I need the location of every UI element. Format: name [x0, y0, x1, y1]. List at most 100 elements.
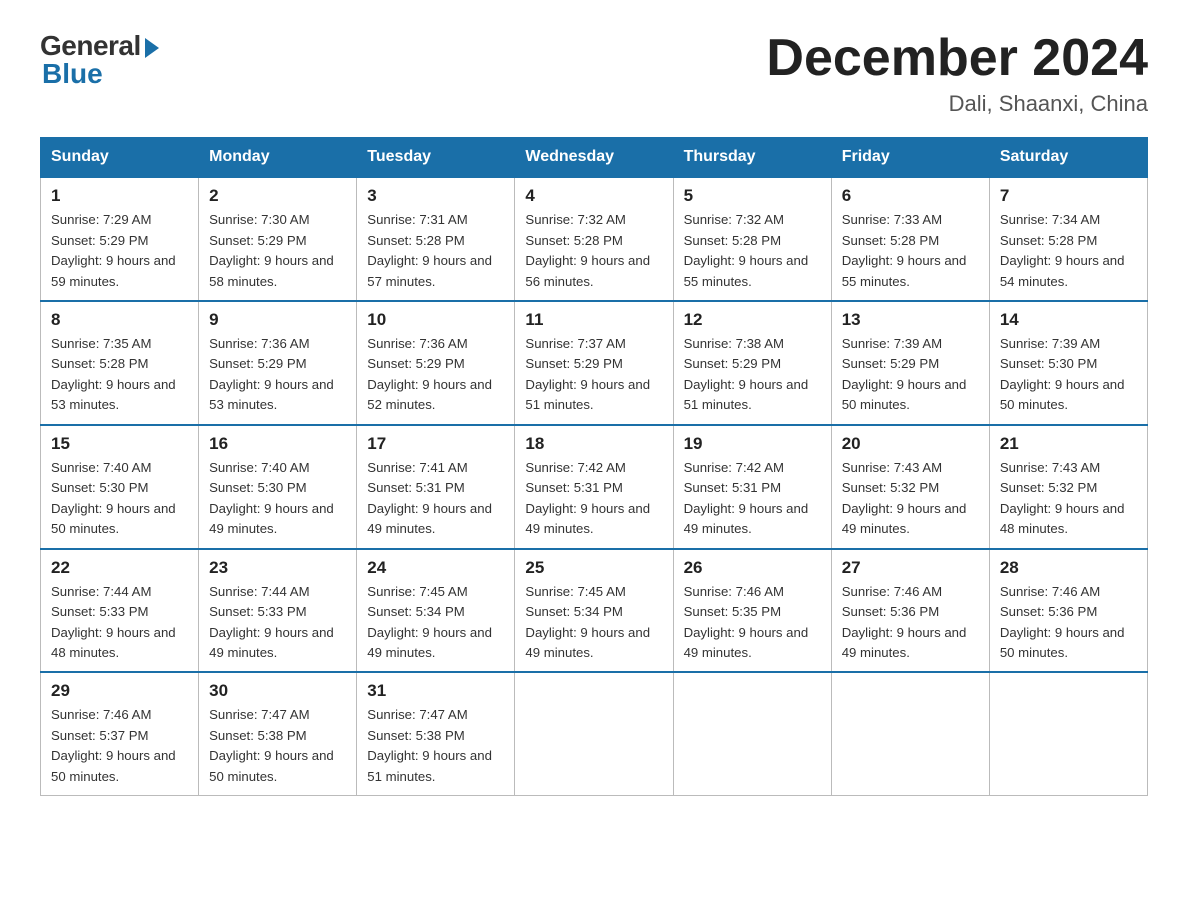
weekday-header-friday: Friday	[831, 138, 989, 178]
calendar-cell	[515, 672, 673, 795]
day-info: Sunrise: 7:46 AMSunset: 5:35 PMDaylight:…	[684, 582, 821, 664]
day-info: Sunrise: 7:43 AMSunset: 5:32 PMDaylight:…	[842, 458, 979, 540]
calendar-cell: 13 Sunrise: 7:39 AMSunset: 5:29 PMDayligh…	[831, 301, 989, 425]
calendar-cell: 24Sunrise: 7:45 AMSunset: 5:34 PMDayligh…	[357, 549, 515, 673]
day-info: Sunrise: 7:44 AMSunset: 5:33 PMDaylight:…	[51, 582, 188, 664]
calendar-cell: 30 Sunrise: 7:47 AMSunset: 5:38 PMDayligh…	[199, 672, 357, 795]
day-info: Sunrise: 7:47 AMSunset: 5:38 PMDaylight:…	[367, 705, 504, 787]
day-number: 13	[842, 310, 979, 330]
weekday-header-saturday: Saturday	[989, 138, 1147, 178]
day-number: 21	[1000, 434, 1137, 454]
calendar-cell: 26 Sunrise: 7:46 AMSunset: 5:35 PMDayligh…	[673, 549, 831, 673]
day-number: 2	[209, 186, 346, 206]
calendar-cell: 2Sunrise: 7:30 AMSunset: 5:29 PMDaylight…	[199, 177, 357, 301]
calendar-cell: 23 Sunrise: 7:44 AMSunset: 5:33 PMDayligh…	[199, 549, 357, 673]
calendar-cell: 14Sunrise: 7:39 AMSunset: 5:30 PMDayligh…	[989, 301, 1147, 425]
weekday-header-row: SundayMondayTuesdayWednesdayThursdayFrid…	[41, 138, 1148, 178]
day-number: 29	[51, 681, 188, 701]
day-number: 20	[842, 434, 979, 454]
day-number: 31	[367, 681, 504, 701]
day-info: Sunrise: 7:40 AMSunset: 5:30 PMDaylight:…	[209, 458, 346, 540]
day-number: 11	[525, 310, 662, 330]
day-number: 5	[684, 186, 821, 206]
weekday-header-wednesday: Wednesday	[515, 138, 673, 178]
day-info: Sunrise: 7:31 AMSunset: 5:28 PMDaylight:…	[367, 210, 504, 292]
calendar-cell: 11 Sunrise: 7:37 AMSunset: 5:29 PMDayligh…	[515, 301, 673, 425]
day-number: 4	[525, 186, 662, 206]
day-info: Sunrise: 7:45 AMSunset: 5:34 PMDaylight:…	[525, 582, 662, 664]
day-info: Sunrise: 7:36 AMSunset: 5:29 PMDaylight:…	[367, 334, 504, 416]
logo-blue-text: Blue	[42, 58, 103, 90]
day-number: 9	[209, 310, 346, 330]
day-number: 14	[1000, 310, 1137, 330]
day-info: Sunrise: 7:46 AMSunset: 5:37 PMDaylight:…	[51, 705, 188, 787]
calendar-cell: 31 Sunrise: 7:47 AMSunset: 5:38 PMDayligh…	[357, 672, 515, 795]
day-info: Sunrise: 7:39 AMSunset: 5:29 PMDaylight:…	[842, 334, 979, 416]
day-number: 1	[51, 186, 188, 206]
day-number: 18	[525, 434, 662, 454]
calendar-cell: 15 Sunrise: 7:40 AMSunset: 5:30 PMDayligh…	[41, 425, 199, 549]
logo: General Blue	[40, 30, 159, 90]
day-number: 15	[51, 434, 188, 454]
calendar-cell: 12Sunrise: 7:38 AMSunset: 5:29 PMDayligh…	[673, 301, 831, 425]
calendar-week-row: 22 Sunrise: 7:44 AMSunset: 5:33 PMDayligh…	[41, 549, 1148, 673]
day-info: Sunrise: 7:43 AMSunset: 5:32 PMDaylight:…	[1000, 458, 1137, 540]
calendar-cell: 3Sunrise: 7:31 AMSunset: 5:28 PMDaylight…	[357, 177, 515, 301]
calendar-cell: 21 Sunrise: 7:43 AMSunset: 5:32 PMDayligh…	[989, 425, 1147, 549]
day-number: 24	[367, 558, 504, 578]
day-number: 27	[842, 558, 979, 578]
calendar-cell	[831, 672, 989, 795]
day-number: 26	[684, 558, 821, 578]
calendar-cell: 6 Sunrise: 7:33 AMSunset: 5:28 PMDaylight…	[831, 177, 989, 301]
calendar-cell: 1 Sunrise: 7:29 AMSunset: 5:29 PMDaylight…	[41, 177, 199, 301]
calendar-cell: 22 Sunrise: 7:44 AMSunset: 5:33 PMDayligh…	[41, 549, 199, 673]
day-info: Sunrise: 7:42 AMSunset: 5:31 PMDaylight:…	[684, 458, 821, 540]
day-info: Sunrise: 7:47 AMSunset: 5:38 PMDaylight:…	[209, 705, 346, 787]
day-number: 16	[209, 434, 346, 454]
day-info: Sunrise: 7:41 AMSunset: 5:31 PMDaylight:…	[367, 458, 504, 540]
day-info: Sunrise: 7:46 AMSunset: 5:36 PMDaylight:…	[1000, 582, 1137, 664]
day-number: 6	[842, 186, 979, 206]
month-title: December 2024	[766, 30, 1148, 87]
day-info: Sunrise: 7:44 AMSunset: 5:33 PMDaylight:…	[209, 582, 346, 664]
calendar-cell: 29 Sunrise: 7:46 AMSunset: 5:37 PMDayligh…	[41, 672, 199, 795]
location-text: Dali, Shaanxi, China	[766, 91, 1148, 117]
calendar-cell: 5 Sunrise: 7:32 AMSunset: 5:28 PMDaylight…	[673, 177, 831, 301]
calendar-cell	[989, 672, 1147, 795]
day-info: Sunrise: 7:38 AMSunset: 5:29 PMDaylight:…	[684, 334, 821, 416]
day-info: Sunrise: 7:46 AMSunset: 5:36 PMDaylight:…	[842, 582, 979, 664]
day-info: Sunrise: 7:42 AMSunset: 5:31 PMDaylight:…	[525, 458, 662, 540]
calendar-cell	[673, 672, 831, 795]
day-number: 22	[51, 558, 188, 578]
day-info: Sunrise: 7:36 AMSunset: 5:29 PMDaylight:…	[209, 334, 346, 416]
day-info: Sunrise: 7:32 AMSunset: 5:28 PMDaylight:…	[684, 210, 821, 292]
weekday-header-thursday: Thursday	[673, 138, 831, 178]
calendar-cell: 25 Sunrise: 7:45 AMSunset: 5:34 PMDayligh…	[515, 549, 673, 673]
day-number: 23	[209, 558, 346, 578]
logo-triangle-icon	[145, 38, 159, 58]
day-info: Sunrise: 7:33 AMSunset: 5:28 PMDaylight:…	[842, 210, 979, 292]
day-number: 30	[209, 681, 346, 701]
day-info: Sunrise: 7:37 AMSunset: 5:29 PMDaylight:…	[525, 334, 662, 416]
weekday-header-tuesday: Tuesday	[357, 138, 515, 178]
day-info: Sunrise: 7:34 AMSunset: 5:28 PMDaylight:…	[1000, 210, 1137, 292]
calendar-cell: 16 Sunrise: 7:40 AMSunset: 5:30 PMDayligh…	[199, 425, 357, 549]
day-number: 25	[525, 558, 662, 578]
day-number: 19	[684, 434, 821, 454]
calendar-week-row: 8Sunrise: 7:35 AMSunset: 5:28 PMDaylight…	[41, 301, 1148, 425]
calendar-cell: 9 Sunrise: 7:36 AMSunset: 5:29 PMDaylight…	[199, 301, 357, 425]
day-info: Sunrise: 7:32 AMSunset: 5:28 PMDaylight:…	[525, 210, 662, 292]
weekday-header-sunday: Sunday	[41, 138, 199, 178]
calendar-week-row: 1 Sunrise: 7:29 AMSunset: 5:29 PMDaylight…	[41, 177, 1148, 301]
day-info: Sunrise: 7:40 AMSunset: 5:30 PMDaylight:…	[51, 458, 188, 540]
calendar-cell: 27 Sunrise: 7:46 AMSunset: 5:36 PMDayligh…	[831, 549, 989, 673]
day-number: 28	[1000, 558, 1137, 578]
day-info: Sunrise: 7:29 AMSunset: 5:29 PMDaylight:…	[51, 210, 188, 292]
calendar-cell: 17Sunrise: 7:41 AMSunset: 5:31 PMDayligh…	[357, 425, 515, 549]
day-number: 8	[51, 310, 188, 330]
title-block: December 2024 Dali, Shaanxi, China	[766, 30, 1148, 117]
calendar-cell: 10Sunrise: 7:36 AMSunset: 5:29 PMDayligh…	[357, 301, 515, 425]
calendar-cell: 18 Sunrise: 7:42 AMSunset: 5:31 PMDayligh…	[515, 425, 673, 549]
calendar-cell: 7Sunrise: 7:34 AMSunset: 5:28 PMDaylight…	[989, 177, 1147, 301]
calendar-cell: 19 Sunrise: 7:42 AMSunset: 5:31 PMDayligh…	[673, 425, 831, 549]
